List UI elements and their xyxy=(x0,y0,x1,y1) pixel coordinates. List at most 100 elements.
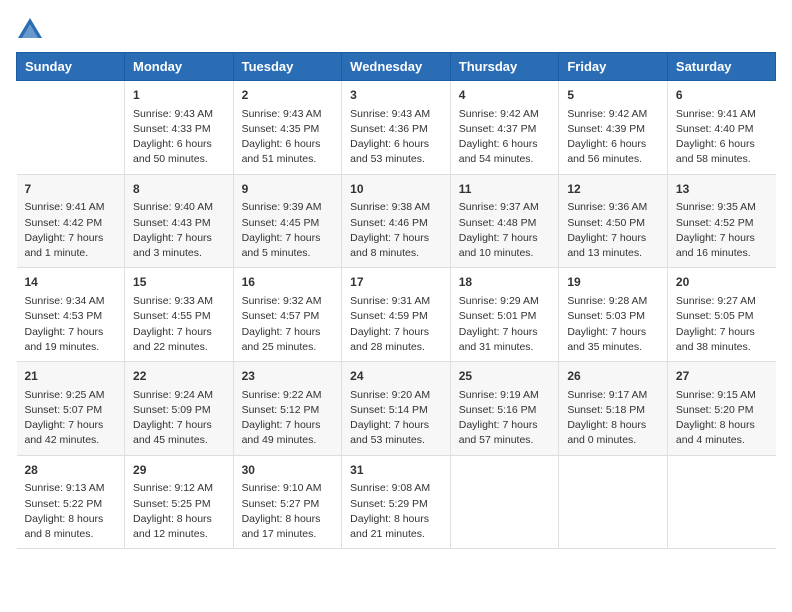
day-number: 22 xyxy=(133,368,225,385)
cell-info: Sunrise: 9:31 AMSunset: 4:59 PMDaylight:… xyxy=(350,294,442,355)
day-number: 18 xyxy=(459,274,551,291)
cell-info: Sunrise: 9:22 AMSunset: 5:12 PMDaylight:… xyxy=(242,388,334,449)
calendar-cell: 19 Sunrise: 9:28 AMSunset: 5:03 PMDayligh… xyxy=(559,268,668,362)
cell-info: Sunrise: 9:38 AMSunset: 4:46 PMDaylight:… xyxy=(350,200,442,261)
day-number: 31 xyxy=(350,462,442,479)
col-header-friday: Friday xyxy=(559,53,668,81)
calendar-cell: 16 Sunrise: 9:32 AMSunset: 4:57 PMDayligh… xyxy=(233,268,342,362)
cell-info: Sunrise: 9:19 AMSunset: 5:16 PMDaylight:… xyxy=(459,388,551,449)
col-header-saturday: Saturday xyxy=(667,53,775,81)
calendar-cell: 9 Sunrise: 9:39 AMSunset: 4:45 PMDaylight… xyxy=(233,174,342,268)
calendar-cell: 15 Sunrise: 9:33 AMSunset: 4:55 PMDayligh… xyxy=(125,268,234,362)
calendar-cell: 2 Sunrise: 9:43 AMSunset: 4:35 PMDaylight… xyxy=(233,81,342,175)
cell-info: Sunrise: 9:41 AMSunset: 4:42 PMDaylight:… xyxy=(25,200,117,261)
day-number: 17 xyxy=(350,274,442,291)
cell-info: Sunrise: 9:43 AMSunset: 4:35 PMDaylight:… xyxy=(242,107,334,168)
day-number: 14 xyxy=(25,274,117,291)
col-header-wednesday: Wednesday xyxy=(342,53,451,81)
cell-info: Sunrise: 9:08 AMSunset: 5:29 PMDaylight:… xyxy=(350,481,442,542)
cell-info: Sunrise: 9:25 AMSunset: 5:07 PMDaylight:… xyxy=(25,388,117,449)
cell-info: Sunrise: 9:29 AMSunset: 5:01 PMDaylight:… xyxy=(459,294,551,355)
day-number: 30 xyxy=(242,462,334,479)
calendar-cell: 27Sunrise: 9:15 AMSunset: 5:20 PMDayligh… xyxy=(667,362,775,456)
calendar-cell: 3Sunrise: 9:43 AMSunset: 4:36 PMDaylight… xyxy=(342,81,451,175)
cell-info: Sunrise: 9:32 AMSunset: 4:57 PMDaylight:… xyxy=(242,294,334,355)
header-row: SundayMondayTuesdayWednesdayThursdayFrid… xyxy=(17,53,776,81)
cell-info: Sunrise: 9:37 AMSunset: 4:48 PMDaylight:… xyxy=(459,200,551,261)
calendar-cell: 25 Sunrise: 9:19 AMSunset: 5:16 PMDayligh… xyxy=(450,362,559,456)
day-number: 9 xyxy=(242,181,334,198)
calendar-cell: 21 Sunrise: 9:25 AMSunset: 5:07 PMDayligh… xyxy=(17,362,125,456)
col-header-tuesday: Tuesday xyxy=(233,53,342,81)
cell-info: Sunrise: 9:43 AMSunset: 4:33 PMDaylight:… xyxy=(133,107,225,168)
week-row-2: 7Sunrise: 9:41 AMSunset: 4:42 PMDaylight… xyxy=(17,174,776,268)
day-number: 6 xyxy=(676,87,768,104)
day-number: 21 xyxy=(25,368,117,385)
day-number: 26 xyxy=(567,368,659,385)
cell-info: Sunrise: 9:28 AMSunset: 5:03 PMDaylight:… xyxy=(567,294,659,355)
day-number: 11 xyxy=(459,181,551,198)
cell-info: Sunrise: 9:41 AMSunset: 4:40 PMDaylight:… xyxy=(676,107,768,168)
day-number: 20 xyxy=(676,274,768,291)
day-number: 1 xyxy=(133,87,225,104)
calendar-cell: 5 Sunrise: 9:42 AMSunset: 4:39 PMDaylight… xyxy=(559,81,668,175)
cell-info: Sunrise: 9:10 AMSunset: 5:27 PMDaylight:… xyxy=(242,481,334,542)
day-number: 8 xyxy=(133,181,225,198)
cell-info: Sunrise: 9:35 AMSunset: 4:52 PMDaylight:… xyxy=(676,200,768,261)
day-number: 5 xyxy=(567,87,659,104)
day-number: 13 xyxy=(676,181,768,198)
calendar-cell: 20 Sunrise: 9:27 AMSunset: 5:05 PMDayligh… xyxy=(667,268,775,362)
cell-info: Sunrise: 9:34 AMSunset: 4:53 PMDaylight:… xyxy=(25,294,117,355)
calendar-cell: 6 Sunrise: 9:41 AMSunset: 4:40 PMDaylight… xyxy=(667,81,775,175)
calendar-cell: 13 Sunrise: 9:35 AMSunset: 4:52 PMDayligh… xyxy=(667,174,775,268)
calendar-table: SundayMondayTuesdayWednesdayThursdayFrid… xyxy=(16,52,776,549)
calendar-cell: 29 Sunrise: 9:12 AMSunset: 5:25 PMDayligh… xyxy=(125,455,234,549)
day-number: 12 xyxy=(567,181,659,198)
calendar-cell: 18 Sunrise: 9:29 AMSunset: 5:01 PMDayligh… xyxy=(450,268,559,362)
cell-info: Sunrise: 9:13 AMSunset: 5:22 PMDaylight:… xyxy=(25,481,117,542)
calendar-cell xyxy=(667,455,775,549)
week-row-1: 1 Sunrise: 9:43 AMSunset: 4:33 PMDaylight… xyxy=(17,81,776,175)
calendar-cell: 30 Sunrise: 9:10 AMSunset: 5:27 PMDayligh… xyxy=(233,455,342,549)
calendar-cell xyxy=(559,455,668,549)
day-number: 15 xyxy=(133,274,225,291)
day-number: 28 xyxy=(25,462,117,479)
cell-info: Sunrise: 9:12 AMSunset: 5:25 PMDaylight:… xyxy=(133,481,225,542)
day-number: 10 xyxy=(350,181,442,198)
calendar-cell: 11 Sunrise: 9:37 AMSunset: 4:48 PMDayligh… xyxy=(450,174,559,268)
week-row-5: 28 Sunrise: 9:13 AMSunset: 5:22 PMDayligh… xyxy=(17,455,776,549)
cell-info: Sunrise: 9:33 AMSunset: 4:55 PMDaylight:… xyxy=(133,294,225,355)
day-number: 16 xyxy=(242,274,334,291)
calendar-cell: 14 Sunrise: 9:34 AMSunset: 4:53 PMDayligh… xyxy=(17,268,125,362)
calendar-cell: 1 Sunrise: 9:43 AMSunset: 4:33 PMDaylight… xyxy=(125,81,234,175)
calendar-cell: 24Sunrise: 9:20 AMSunset: 5:14 PMDayligh… xyxy=(342,362,451,456)
logo-icon xyxy=(16,16,44,44)
day-number: 24 xyxy=(350,368,442,385)
day-number: 25 xyxy=(459,368,551,385)
week-row-3: 14 Sunrise: 9:34 AMSunset: 4:53 PMDayligh… xyxy=(17,268,776,362)
cell-info: Sunrise: 9:17 AMSunset: 5:18 PMDaylight:… xyxy=(567,388,659,449)
calendar-cell: 22 Sunrise: 9:24 AMSunset: 5:09 PMDayligh… xyxy=(125,362,234,456)
day-number: 19 xyxy=(567,274,659,291)
cell-info: Sunrise: 9:39 AMSunset: 4:45 PMDaylight:… xyxy=(242,200,334,261)
col-header-sunday: Sunday xyxy=(17,53,125,81)
calendar-cell: 10 Sunrise: 9:38 AMSunset: 4:46 PMDayligh… xyxy=(342,174,451,268)
logo xyxy=(16,16,48,44)
day-number: 4 xyxy=(459,87,551,104)
cell-info: Sunrise: 9:43 AMSunset: 4:36 PMDaylight:… xyxy=(350,107,442,168)
col-header-monday: Monday xyxy=(125,53,234,81)
calendar-cell: 4Sunrise: 9:42 AMSunset: 4:37 PMDaylight… xyxy=(450,81,559,175)
day-number: 27 xyxy=(676,368,768,385)
calendar-cell xyxy=(450,455,559,549)
cell-info: Sunrise: 9:40 AMSunset: 4:43 PMDaylight:… xyxy=(133,200,225,261)
cell-info: Sunrise: 9:27 AMSunset: 5:05 PMDaylight:… xyxy=(676,294,768,355)
day-number: 29 xyxy=(133,462,225,479)
calendar-cell: 12 Sunrise: 9:36 AMSunset: 4:50 PMDayligh… xyxy=(559,174,668,268)
cell-info: Sunrise: 9:36 AMSunset: 4:50 PMDaylight:… xyxy=(567,200,659,261)
calendar-cell: 17 Sunrise: 9:31 AMSunset: 4:59 PMDayligh… xyxy=(342,268,451,362)
cell-info: Sunrise: 9:42 AMSunset: 4:39 PMDaylight:… xyxy=(567,107,659,168)
day-number: 2 xyxy=(242,87,334,104)
cell-info: Sunrise: 9:24 AMSunset: 5:09 PMDaylight:… xyxy=(133,388,225,449)
calendar-cell xyxy=(17,81,125,175)
day-number: 23 xyxy=(242,368,334,385)
